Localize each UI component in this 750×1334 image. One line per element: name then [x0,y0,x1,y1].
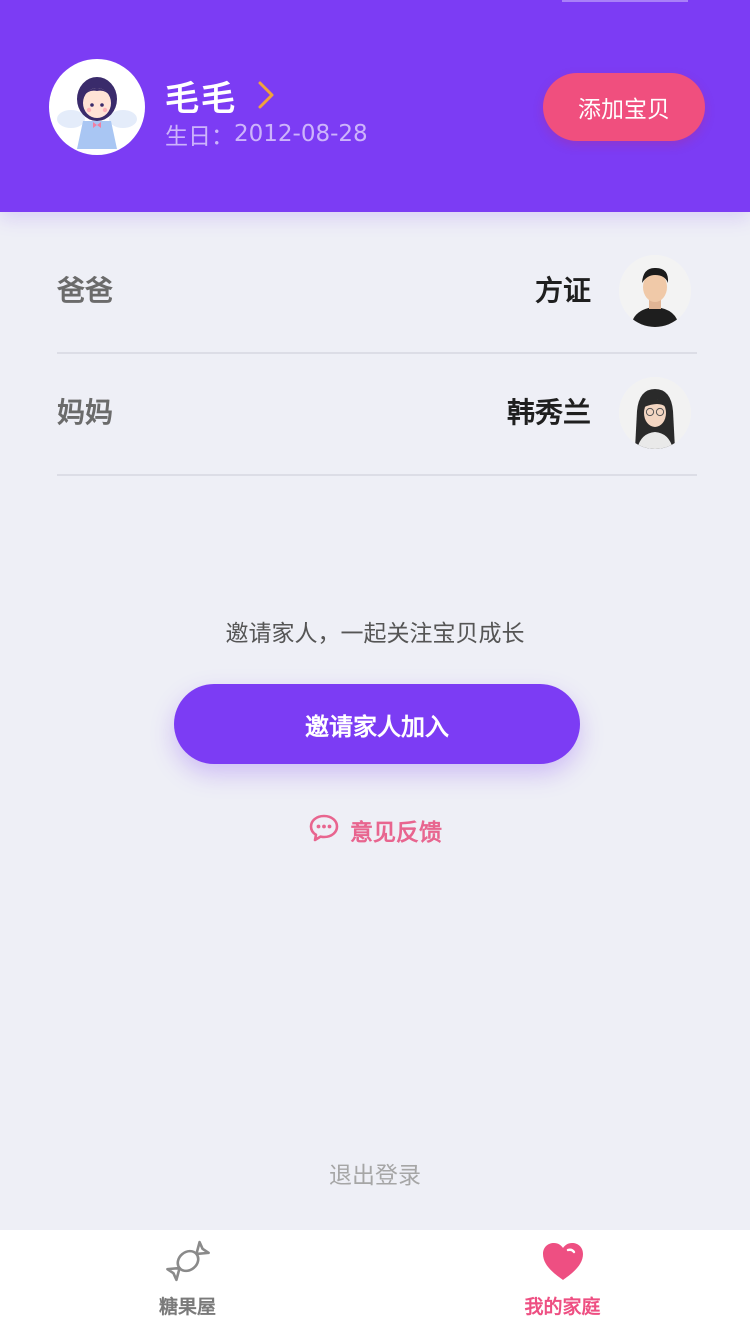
birthday-value: 2012-08-28 [234,121,368,147]
bottom-tab-bar: 糖果屋 我的家庭 [0,1230,750,1334]
tab-my-family[interactable]: 我的家庭 [375,1230,750,1334]
baby-birthday: 生日： 2012-08-28 [165,118,368,150]
candy-icon [0,1236,375,1286]
profile-header: 毛毛 生日： 2012-08-28 添加宝贝 [0,0,750,212]
chat-bubble-icon [308,813,340,847]
logout-button[interactable]: 退出登录 [0,1156,750,1190]
birthday-label: 生日： [165,124,234,150]
member-role: 爸爸 [57,274,114,307]
status-bar-indicator [562,0,688,2]
member-avatar[interactable] [619,377,691,449]
family-member-row[interactable]: 妈妈 韩秀兰 [57,352,697,476]
member-role: 妈妈 [57,396,114,429]
family-member-row[interactable]: 爸爸 方证 [57,230,697,354]
tab-candy-house[interactable]: 糖果屋 [0,1230,375,1334]
add-baby-button[interactable]: 添加宝贝 [543,73,705,141]
feedback-link[interactable]: 意见反馈 [0,810,750,850]
tab-label: 糖果屋 [158,1296,216,1318]
tab-label: 我的家庭 [524,1296,601,1318]
baby-name-link[interactable]: 毛毛 [165,72,277,119]
baby-name: 毛毛 [165,78,237,119]
member-name: 韩秀兰 [506,396,591,429]
member-name: 方证 [534,274,591,307]
heart-icon [375,1236,750,1286]
member-avatar[interactable] [619,255,691,327]
feedback-label: 意见反馈 [350,820,442,846]
my-family-page: 毛毛 生日： 2012-08-28 添加宝贝 爸爸 方证 妈妈 韩秀兰 邀请家人… [0,0,750,1334]
invite-family-button[interactable]: 邀请家人加入 [174,684,580,764]
invite-prompt: 邀请家人，一起关注宝贝成长 [225,621,525,647]
baby-avatar[interactable] [49,59,145,155]
chevron-right-icon [257,79,277,111]
